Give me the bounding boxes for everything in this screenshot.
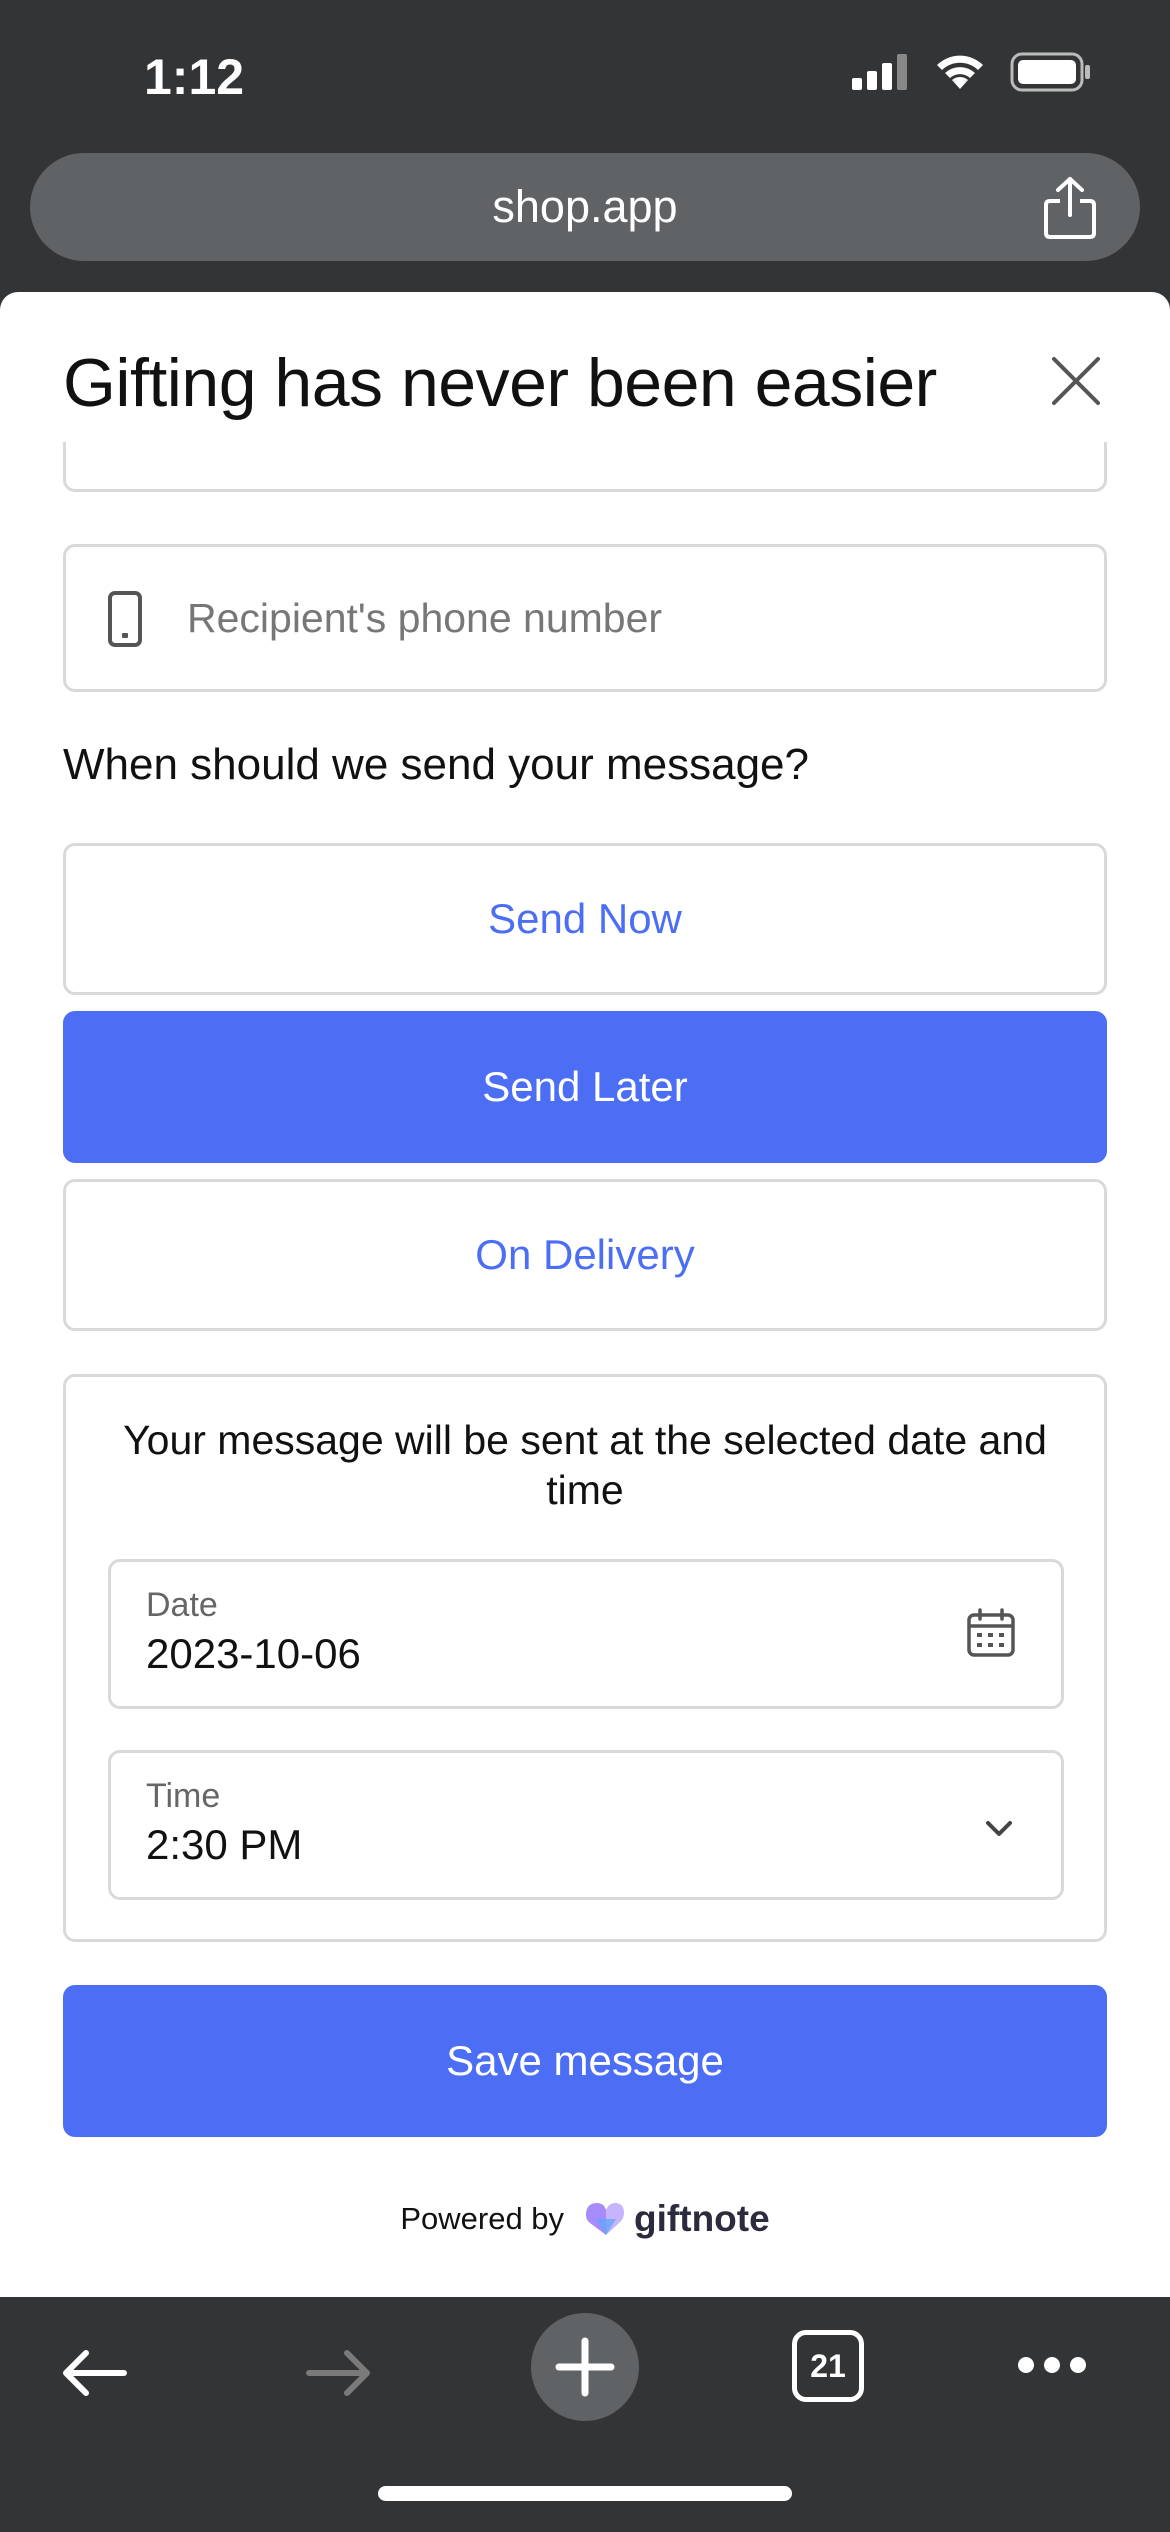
schedule-description: Your message will be sent at the selecte…	[123, 1417, 1047, 1513]
giftnote-brand[interactable]: giftnote	[582, 2198, 770, 2240]
url-text[interactable]: shop.app	[30, 153, 1140, 261]
chevron-down-icon[interactable]	[982, 1811, 1016, 1845]
home-indicator[interactable]	[378, 2486, 792, 2501]
date-field[interactable]: Date 2023-10-06	[108, 1559, 1064, 1709]
phone-icon	[108, 591, 142, 647]
powered-by-label: Powered by	[400, 2201, 565, 2236]
status-time: 1:12	[144, 49, 245, 105]
address-bar[interactable]: shop.app	[30, 153, 1140, 261]
forward-arrow-icon[interactable]	[303, 2337, 375, 2409]
schedule-panel: Your message will be sent at the selecte…	[63, 1374, 1107, 1942]
previous-input-field[interactable]	[63, 442, 1107, 492]
phone-placeholder: Recipient's phone number	[187, 595, 663, 641]
tabs-count-icon[interactable]: 21	[792, 2330, 864, 2402]
more-icon[interactable]	[1016, 2355, 1088, 2375]
brand-name: giftnote	[634, 2198, 770, 2239]
send-now-button[interactable]: Send Now	[63, 843, 1107, 995]
gift-message-sheet: Gifting has never been easier Recipient'…	[0, 292, 1170, 2297]
battery-icon	[1010, 52, 1090, 92]
share-icon[interactable]	[1040, 175, 1100, 241]
giftnote-logo-icon	[586, 2203, 625, 2235]
send-later-button[interactable]: Send Later	[63, 1011, 1107, 1163]
on-delivery-button[interactable]: On Delivery	[63, 1179, 1107, 1331]
back-arrow-icon[interactable]	[58, 2337, 130, 2409]
save-message-button[interactable]: Save message	[63, 1985, 1107, 2137]
sheet-title: Gifting has never been easier	[63, 345, 937, 421]
new-tab-icon[interactable]	[531, 2313, 639, 2421]
close-icon[interactable]	[1050, 355, 1102, 407]
when-label: When should we send your message?	[63, 740, 809, 789]
wifi-icon	[937, 55, 983, 89]
time-field[interactable]: Time 2:30 PM	[108, 1750, 1064, 1900]
time-value[interactable]: 2:30 PM	[146, 1821, 302, 1869]
status-icons	[852, 52, 1092, 92]
phone-field[interactable]: Recipient's phone number	[63, 544, 1107, 692]
date-value[interactable]: 2023-10-06	[146, 1630, 361, 1678]
date-label: Date	[146, 1586, 218, 1624]
time-label: Time	[146, 1777, 221, 1815]
powered-by: Powered by giftnote	[0, 2198, 1170, 2240]
calendar-icon[interactable]	[966, 1608, 1016, 1658]
status-bar: 1:12	[0, 0, 1170, 150]
signal-icon	[852, 54, 907, 90]
